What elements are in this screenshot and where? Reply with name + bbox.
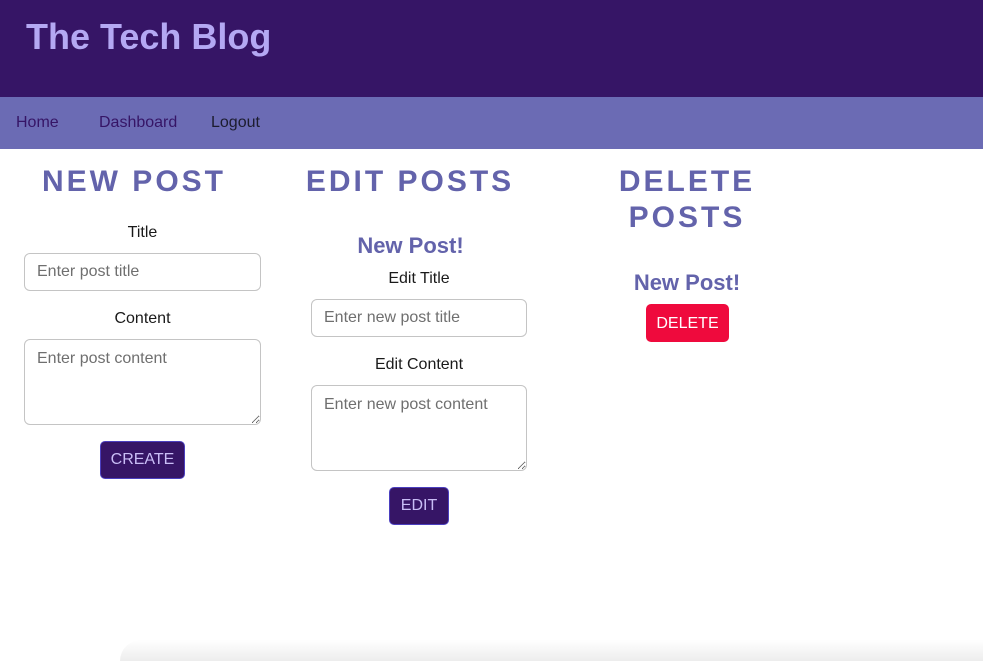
site-title: The Tech Blog — [26, 16, 272, 57]
nav-dashboard-link[interactable]: Dashboard — [99, 114, 177, 132]
nav-logout-link[interactable]: Logout — [211, 114, 260, 132]
edit-content-input[interactable] — [311, 385, 527, 471]
main-nav: Home Dashboard Logout — [0, 97, 983, 149]
new-post-heading: NEW POST — [41, 165, 226, 198]
new-post-title-label: Title — [127, 224, 158, 241]
delete-button[interactable]: DELETE — [646, 304, 729, 342]
edit-content-label: Edit Content — [374, 356, 464, 373]
edit-posts-heading: EDIT POSTS — [305, 165, 515, 198]
new-post-content-label: Content — [114, 310, 171, 327]
edit-post-title: New Post! — [357, 233, 464, 258]
delete-posts-heading: DELETE POSTS — [597, 164, 777, 236]
delete-heading-line2: POSTS — [628, 201, 746, 234]
delete-post-title: New Post! — [633, 270, 741, 295]
nav-home-link[interactable]: Home — [16, 114, 59, 132]
site-header: The Tech Blog — [0, 0, 983, 97]
delete-heading-line1: DELETE — [618, 165, 756, 198]
edit-title-input[interactable] — [311, 299, 527, 337]
edit-button[interactable]: EDIT — [389, 487, 449, 525]
new-post-content-input[interactable] — [24, 339, 261, 425]
new-post-title-input[interactable] — [24, 253, 261, 291]
edit-title-label: Edit Title — [388, 270, 450, 287]
create-button[interactable]: CREATE — [100, 441, 185, 479]
bottom-shadow — [120, 640, 983, 661]
